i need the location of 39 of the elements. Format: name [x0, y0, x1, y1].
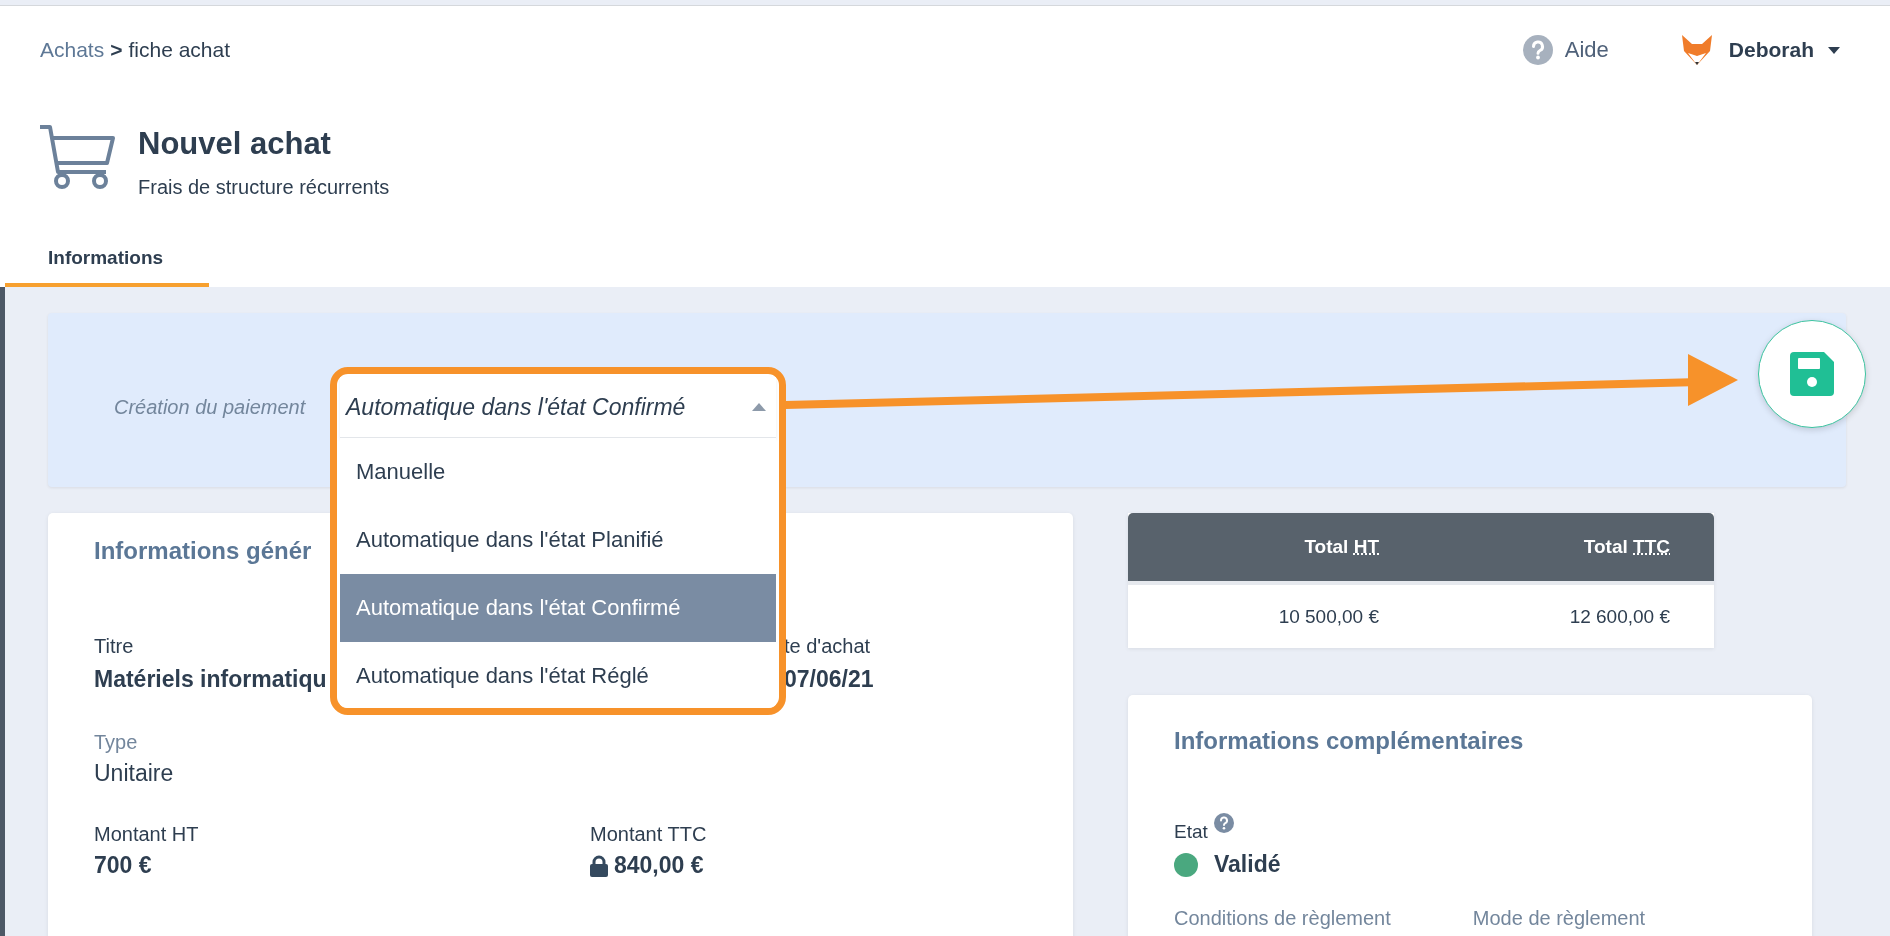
table-cell: 10 500,00 €	[1128, 583, 1402, 648]
field-value: Unitaire	[94, 760, 174, 787]
breadcrumb-separator: >	[110, 38, 123, 62]
caret-icon	[752, 403, 766, 411]
help-icon	[1522, 35, 1553, 65]
field-label: Etat	[1174, 821, 1208, 843]
field-label: Titre	[94, 635, 134, 658]
breadcrumb-current: fiche achat	[128, 38, 231, 62]
user-menu-button[interactable]: Deborah	[1678, 33, 1840, 67]
status-value: Validé	[1214, 851, 1281, 878]
breadcrumb-link[interactable]: Achats	[40, 38, 105, 62]
tab[interactable]: Informations	[5, 232, 210, 287]
field-value: Matériels informatiqu	[94, 666, 327, 693]
dropdown-option[interactable]: Automatique dans l'état Réglé	[340, 642, 776, 708]
field-label: Type	[94, 731, 138, 754]
field-label: te d'achat	[784, 635, 871, 658]
help-button[interactable]: Aide	[1522, 35, 1609, 65]
column-header: Total TTC	[1402, 513, 1714, 583]
card-title: Informations complémentaires	[1174, 727, 1524, 755]
field-label: Création du paiement	[114, 395, 306, 419]
field-value: 07/06/21	[784, 666, 874, 693]
dropdown-option[interactable]: Automatique dans l'état Planifié	[340, 506, 776, 574]
page-subtitle: Frais de structure récurrents	[138, 176, 390, 199]
caret-icon	[1828, 46, 1840, 54]
dropdown-option[interactable]: Manuelle	[340, 438, 776, 506]
help-icon[interactable]	[1213, 813, 1234, 833]
field-label: Montant TTC	[590, 823, 707, 846]
column-header: Total HT	[1128, 513, 1402, 583]
payment-select[interactable]: Automatique dans l'état Confirmé	[340, 377, 776, 438]
cart-icon	[40, 124, 116, 190]
card-title: Informations génér	[94, 537, 312, 565]
lock-icon	[590, 854, 608, 877]
field-label: Mode de règlement	[1472, 906, 1646, 930]
page-title: Nouvel achat	[138, 125, 332, 163]
field-label: Montant HT	[94, 823, 199, 846]
field-label: Conditions de règlement	[1174, 906, 1391, 930]
field-value: 700 €	[94, 852, 152, 879]
table-cell: 12 600,00 €	[1402, 583, 1714, 648]
field-value: 840,00 €	[614, 852, 704, 879]
